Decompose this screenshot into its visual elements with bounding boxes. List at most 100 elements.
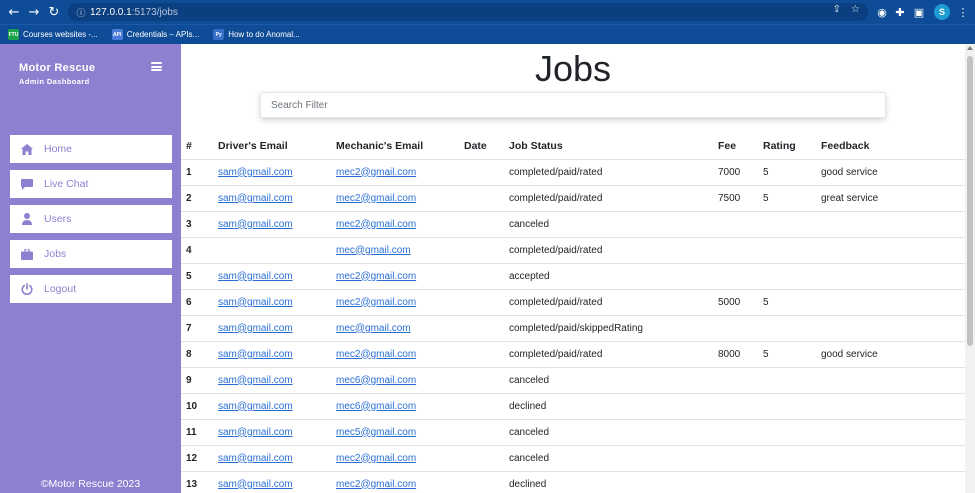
scrollbar-thumb[interactable]	[967, 56, 973, 346]
sidebar-item-jobs[interactable]: Jobs	[10, 240, 172, 268]
back-arrow-icon[interactable]: ←	[4, 0, 24, 24]
mechanic-email-link[interactable]: mec@gmail.com	[336, 245, 411, 256]
rating-cell: 5	[758, 185, 816, 212]
site-info-icon[interactable]: ⓘ	[72, 6, 90, 19]
row-number: 7	[181, 315, 213, 342]
date-cell	[459, 367, 504, 394]
reload-icon[interactable]: ↻	[44, 0, 64, 24]
mechanic-email-link[interactable]: mec2@gmail.com	[336, 453, 416, 464]
bookmark-anomaly[interactable]: Py How to do Anomal...	[213, 29, 300, 40]
sidebar-item-logout[interactable]: Logout	[10, 275, 172, 303]
mechanic-email-link[interactable]: mec2@gmail.com	[336, 349, 416, 360]
mechanic-email-link[interactable]: mec2@gmail.com	[336, 193, 416, 204]
mechanic-email-link[interactable]: mec2@gmail.com	[336, 297, 416, 308]
mechanic-email-link[interactable]: mec2@gmail.com	[336, 479, 416, 490]
table-row: 7 sam@gmail.com mec@gmail.com completed/pai…	[181, 315, 965, 342]
date-cell	[459, 341, 504, 368]
hamburger-menu-icon[interactable]	[151, 62, 162, 71]
driver-email-link[interactable]: sam@gmail.com	[218, 219, 293, 230]
sidebar-item-users[interactable]: Users	[10, 205, 172, 233]
brand-title: Motor Rescue	[19, 62, 96, 74]
fee-cell	[713, 211, 758, 238]
mechanic-email-cell: mec2@gmail.com	[331, 445, 459, 472]
sidebar-item-home[interactable]: Home	[10, 135, 172, 163]
rating-cell	[758, 315, 816, 342]
fee-cell	[713, 237, 758, 264]
feedback-cell	[816, 315, 965, 342]
driver-email-link[interactable]: sam@gmail.com	[218, 453, 293, 464]
bookmark-courses[interactable]: FTU Courses websites -...	[8, 29, 98, 40]
bookmark-credentials[interactable]: API Credentials – APIs...	[111, 29, 199, 40]
job-status-cell: completed/paid/rated	[504, 237, 713, 264]
chat-icon	[10, 178, 44, 190]
rating-cell	[758, 393, 816, 420]
briefcase-icon	[10, 248, 44, 260]
date-cell	[459, 445, 504, 472]
driver-email-link[interactable]: sam@gmail.com	[218, 375, 293, 386]
mechanic-email-link[interactable]: mec@gmail.com	[336, 323, 411, 334]
sidebar-menu: Home Live Chat Users Jobs Logout	[10, 135, 172, 310]
driver-email-link[interactable]: sam@gmail.com	[218, 167, 293, 178]
mechanic-email-cell: mec2@gmail.com	[331, 341, 459, 368]
mechanic-email-link[interactable]: mec2@gmail.com	[336, 167, 416, 178]
forward-arrow-icon[interactable]: →	[24, 0, 44, 24]
fee-cell	[713, 263, 758, 290]
driver-email-cell: sam@gmail.com	[213, 185, 331, 212]
puzzle-extensions-icon[interactable]: ✚	[891, 3, 909, 21]
address-bar[interactable]: ⓘ 127.0.0.1:5173/jobs ⇪ ☆	[68, 3, 868, 21]
feedback-cell	[816, 471, 965, 493]
date-cell	[459, 393, 504, 420]
job-status-cell: canceled	[504, 419, 713, 446]
side-panel-icon[interactable]: ▣	[910, 3, 928, 21]
driver-email-link[interactable]: sam@gmail.com	[218, 479, 293, 490]
sidebar-item-live-chat[interactable]: Live Chat	[10, 170, 172, 198]
page-scrollbar[interactable]	[965, 44, 975, 493]
menu-kebab-icon[interactable]: ⋮	[954, 3, 972, 21]
driver-email-link[interactable]: sam@gmail.com	[218, 401, 293, 412]
fee-cell	[713, 471, 758, 493]
mechanic-email-link[interactable]: mec5@gmail.com	[336, 427, 416, 438]
row-number: 9	[181, 367, 213, 394]
driver-email-link[interactable]: sam@gmail.com	[218, 271, 293, 282]
search-filter-input[interactable]	[260, 92, 886, 118]
brand-subtitle: Admin Dashboard	[19, 77, 90, 86]
mechanic-email-cell: mec6@gmail.com	[331, 393, 459, 420]
job-status-cell: declined	[504, 393, 713, 420]
table-row: 9 sam@gmail.com mec6@gmail.com canceled	[181, 367, 965, 394]
column-header: Rating	[758, 133, 816, 160]
feedback-cell	[816, 211, 965, 238]
bookmark-star-icon[interactable]: ☆	[851, 4, 860, 15]
sidebar-item-label: Home	[44, 143, 73, 155]
extension-icon[interactable]: ◉	[873, 3, 891, 21]
url-host: 127.0.0.1	[90, 6, 132, 18]
fee-cell: 7000	[713, 159, 758, 186]
scroll-up-arrow-icon[interactable]	[967, 46, 973, 50]
row-number: 2	[181, 185, 213, 212]
column-header: Job Status	[504, 133, 713, 160]
driver-email-link[interactable]: sam@gmail.com	[218, 323, 293, 334]
fee-cell: 5000	[713, 289, 758, 316]
mechanic-email-cell: mec2@gmail.com	[331, 289, 459, 316]
rating-cell	[758, 237, 816, 264]
job-status-cell: canceled	[504, 445, 713, 472]
mechanic-email-link[interactable]: mec6@gmail.com	[336, 401, 416, 412]
driver-email-link[interactable]: sam@gmail.com	[218, 349, 293, 360]
share-icon[interactable]: ⇪	[833, 4, 841, 15]
profile-avatar[interactable]: S	[934, 4, 950, 20]
row-number: 1	[181, 159, 213, 186]
driver-email-link[interactable]: sam@gmail.com	[218, 427, 293, 438]
mechanic-email-link[interactable]: mec6@gmail.com	[336, 375, 416, 386]
driver-email-link[interactable]: sam@gmail.com	[218, 297, 293, 308]
fee-cell	[713, 419, 758, 446]
rating-cell: 5	[758, 289, 816, 316]
job-status-cell: declined	[504, 471, 713, 493]
driver-email-link[interactable]: sam@gmail.com	[218, 193, 293, 204]
mechanic-email-cell: mec2@gmail.com	[331, 211, 459, 238]
mechanic-email-cell: mec@gmail.com	[331, 237, 459, 264]
table-row: 13 sam@gmail.com mec2@gmail.com declined	[181, 471, 965, 493]
mechanic-email-link[interactable]: mec2@gmail.com	[336, 219, 416, 230]
date-cell	[459, 237, 504, 264]
copyright-text: ©Motor Rescue 2023	[40, 478, 141, 490]
mechanic-email-link[interactable]: mec2@gmail.com	[336, 271, 416, 282]
driver-email-cell: sam@gmail.com	[213, 367, 331, 394]
